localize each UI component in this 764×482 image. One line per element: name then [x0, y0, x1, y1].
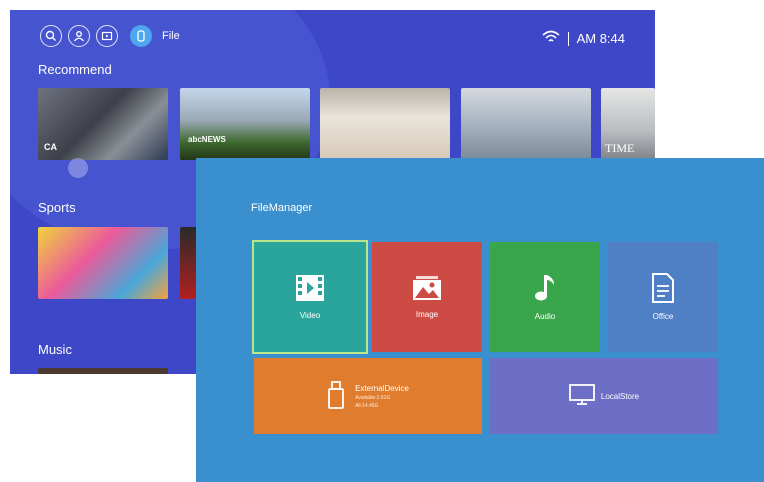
external-device-tile[interactable]: ExternalDevice Available:2.61G All:14.45… — [254, 358, 482, 434]
thumb-caption: CA — [44, 142, 57, 152]
status-divider — [567, 31, 569, 46]
image-label: Image — [415, 310, 439, 319]
top-nav: File — [40, 25, 180, 47]
section-recommend: Recommend — [38, 62, 112, 77]
section-music: Music — [38, 342, 72, 357]
film-icon — [295, 274, 325, 304]
search-icon[interactable] — [40, 25, 62, 47]
status-bar: AM 8:44 — [542, 30, 625, 47]
thumb-caption: abcNEWS — [188, 135, 226, 144]
local-store-tile[interactable]: LocalStore — [490, 358, 718, 434]
audio-tile[interactable]: Audio — [490, 242, 600, 352]
file-icon[interactable] — [130, 25, 152, 47]
recommend-thumb-2[interactable]: abcNEWS — [180, 88, 310, 160]
thumb-caption: TIME — [605, 141, 635, 155]
user-icon[interactable] — [68, 25, 90, 47]
local-store-label: LocalStore — [600, 391, 640, 401]
music-note-icon — [532, 273, 558, 305]
picture-icon — [412, 275, 442, 303]
video-label: Video — [299, 311, 321, 320]
monitor-icon — [568, 384, 595, 408]
tv-input-icon[interactable] — [96, 25, 118, 47]
document-icon — [651, 273, 675, 305]
video-tile[interactable]: Video — [252, 240, 368, 354]
external-device-info: ExternalDevice Available:2.61G All:14.45… — [355, 384, 409, 409]
focus-indicator — [68, 158, 88, 178]
page-title: FileManager — [251, 202, 313, 214]
recommend-thumb-1[interactable]: CA — [38, 88, 168, 160]
external-device-label: ExternalDevice — [355, 383, 409, 393]
external-available: Available:2.61G — [355, 394, 391, 401]
music-thumb-1[interactable] — [38, 368, 168, 374]
section-sports: Sports — [38, 200, 76, 215]
office-tile[interactable]: Office — [608, 242, 718, 352]
recommend-thumb-4[interactable] — [461, 88, 591, 160]
recommend-thumb-3[interactable] — [320, 88, 450, 160]
image-tile[interactable]: Image — [372, 242, 482, 352]
recommend-thumb-5[interactable]: TIME — [601, 88, 655, 160]
file-manager-screen: FileManager Video Image Audio Office Ext… — [196, 158, 764, 482]
file-label[interactable]: File — [162, 30, 180, 42]
audio-label: Audio — [534, 312, 556, 321]
sports-thumb-1[interactable] — [38, 227, 168, 299]
office-label: Office — [652, 312, 674, 321]
clock-time: AM 8:44 — [576, 31, 625, 46]
external-total: All:14.45G — [355, 402, 379, 409]
wifi-icon — [542, 30, 560, 47]
usb-drive-icon — [327, 381, 345, 411]
